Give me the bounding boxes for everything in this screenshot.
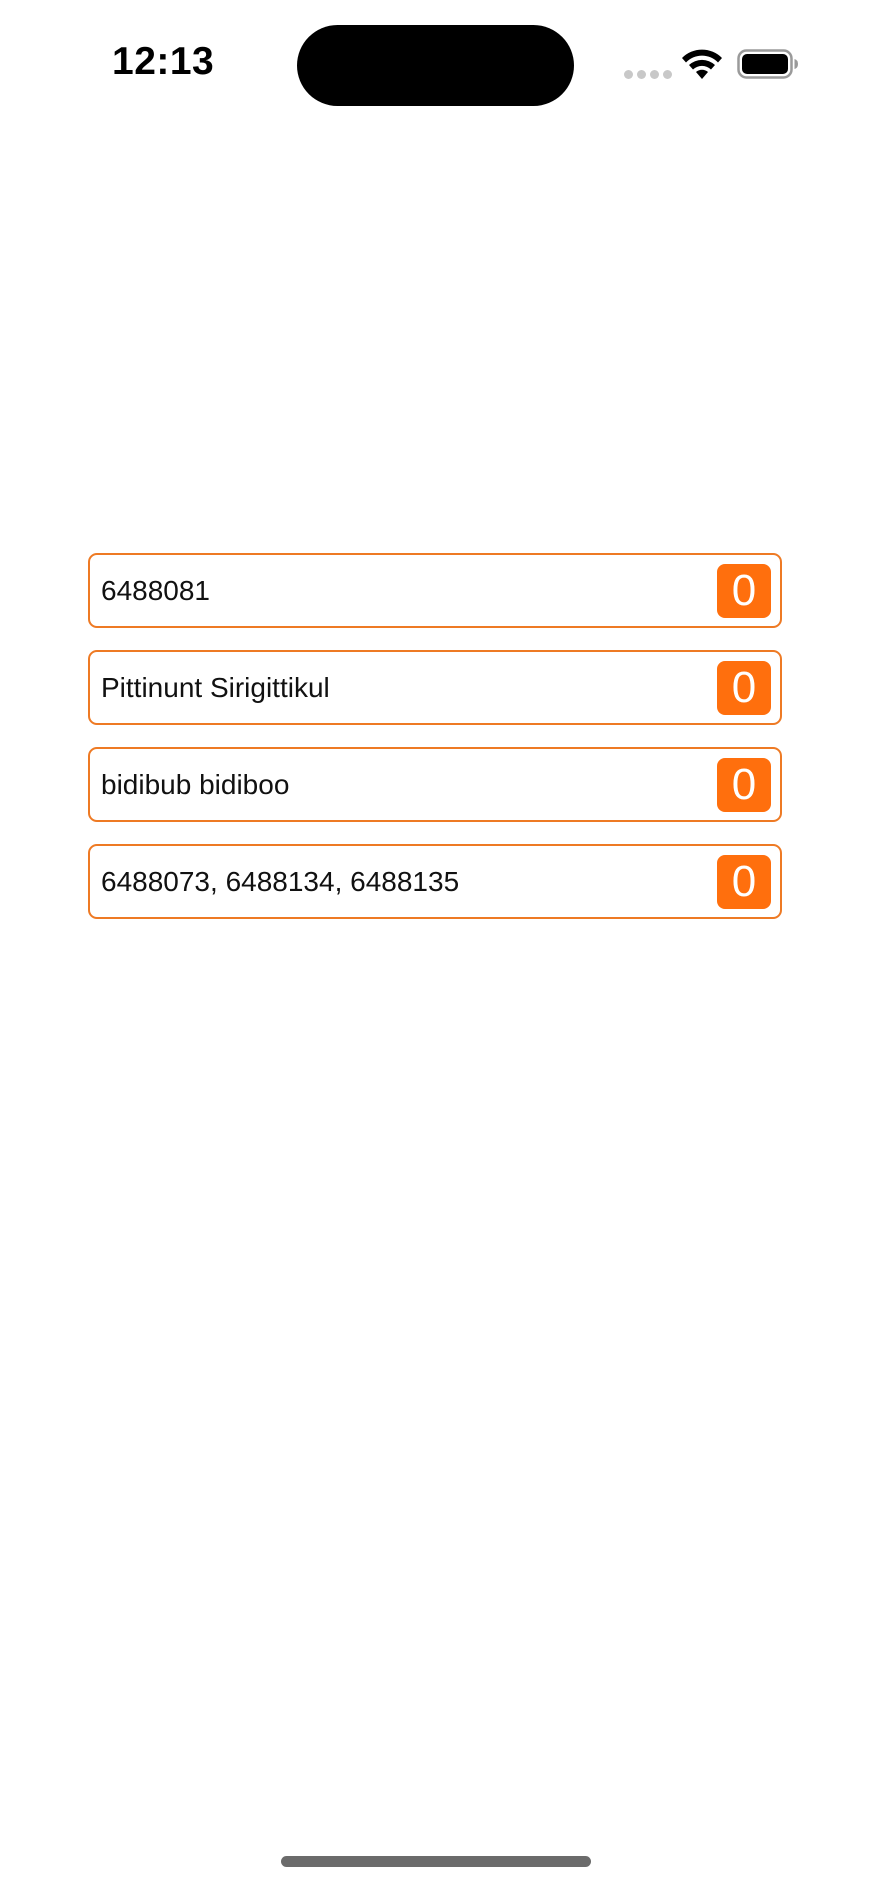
list-item-label: 6488081 (101, 574, 211, 606)
signal-dots-icon (624, 70, 672, 79)
list-item-label: 6488073, 6488134, 6488135 (101, 865, 460, 897)
status-time: 12:13 (112, 40, 215, 83)
count-badge: 0 (717, 661, 771, 715)
list-item[interactable]: Pittinunt Sirigittikul 0 (88, 650, 782, 725)
item-list: 6488081 0 Pittinunt Sirigittikul 0 bidib… (88, 553, 782, 941)
list-item-label: Pittinunt Sirigittikul (101, 671, 330, 703)
wifi-icon (682, 49, 722, 79)
count-badge: 0 (717, 564, 771, 618)
list-item[interactable]: 6488081 0 (88, 553, 782, 628)
count-badge: 0 (717, 855, 771, 909)
list-item-label: bidibub bidiboo (101, 768, 290, 800)
app-screen: 12:13 6488081 0 Pittinunt Sirigittikul 0… (0, 0, 870, 1885)
home-indicator[interactable] (281, 1856, 591, 1867)
battery-icon (737, 49, 798, 79)
list-item[interactable]: bidibub bidiboo 0 (88, 747, 782, 822)
count-badge: 0 (717, 758, 771, 812)
list-item[interactable]: 6488073, 6488134, 6488135 0 (88, 844, 782, 919)
dynamic-island (297, 25, 574, 106)
